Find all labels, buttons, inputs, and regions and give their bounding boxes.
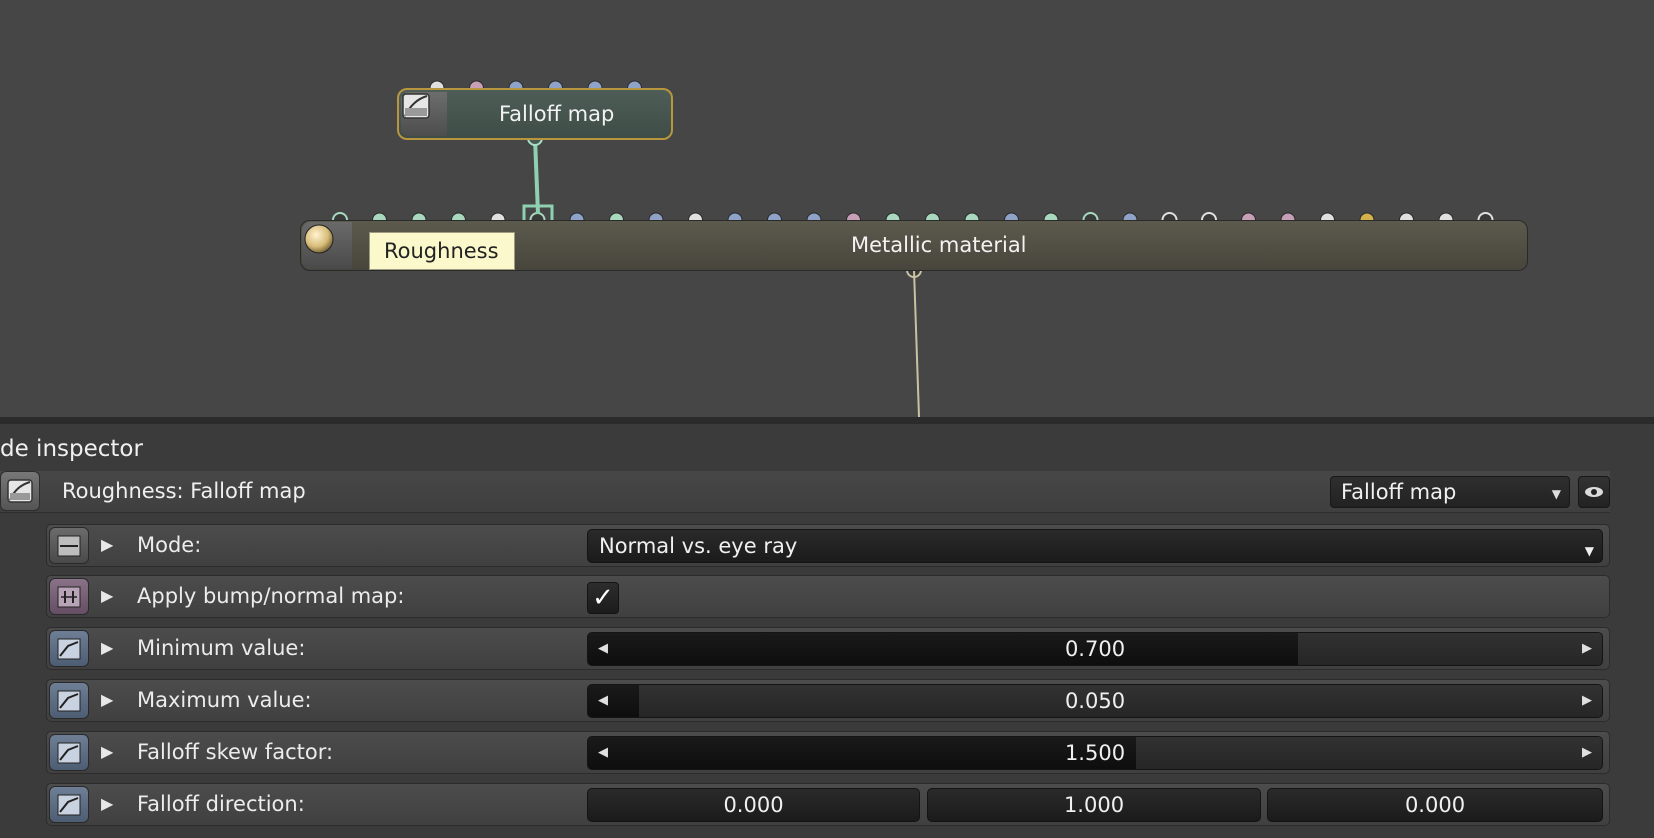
increment-arrow-icon[interactable]: ▶ bbox=[1582, 641, 1592, 656]
mode-value: Normal vs. eye ray bbox=[599, 534, 798, 558]
node-inspector-panel: de inspector Roughness: Falloff map Fall… bbox=[0, 417, 1654, 838]
chevron-down-icon: ▼ bbox=[1584, 544, 1594, 558]
property-row-mode: ▶ Mode: Normal vs. eye ray ▼ bbox=[46, 524, 1610, 567]
expand-arrow-icon[interactable]: ▶ bbox=[101, 690, 113, 709]
direction-y-field[interactable]: 1.000 bbox=[927, 788, 1261, 822]
node-type-select[interactable]: Falloff map ▼ bbox=[1330, 476, 1570, 508]
node-graph-canvas[interactable]: Falloff map Metallic material Roughness bbox=[0, 0, 1654, 417]
float-icon bbox=[49, 630, 89, 667]
inspector-node-label: Roughness: Falloff map bbox=[62, 479, 306, 503]
connection-wire[interactable] bbox=[533, 137, 540, 215]
slider-value: 0.050 bbox=[1064, 689, 1126, 713]
expand-arrow-icon[interactable]: ▶ bbox=[101, 586, 113, 605]
enum-icon bbox=[49, 527, 89, 564]
node-type-value: Falloff map bbox=[1341, 480, 1457, 504]
property-label: Apply bump/normal map: bbox=[137, 584, 405, 608]
chevron-down-icon: ▼ bbox=[1551, 487, 1561, 501]
property-label: Falloff direction: bbox=[137, 792, 305, 816]
bool-icon bbox=[49, 578, 89, 615]
property-row-maximum-value: ▶ Maximum value: ◀ 0.050 ▶ bbox=[46, 679, 1610, 722]
property-label: Falloff skew factor: bbox=[137, 740, 334, 764]
increment-arrow-icon[interactable]: ▶ bbox=[1582, 693, 1592, 708]
falloff-map-node[interactable]: Falloff map bbox=[397, 88, 673, 140]
output-wire[interactable] bbox=[913, 269, 920, 417]
expand-arrow-icon[interactable]: ▶ bbox=[101, 742, 113, 761]
apply-bump-checkbox[interactable]: ✓ bbox=[587, 582, 619, 614]
property-label: Maximum value: bbox=[137, 688, 312, 712]
material-sphere-icon bbox=[302, 222, 352, 269]
expand-arrow-icon[interactable]: ▶ bbox=[101, 638, 113, 657]
property-row-minimum-value: ▶ Minimum value: ◀ 0.700 ▶ bbox=[46, 627, 1610, 670]
property-label: Minimum value: bbox=[137, 636, 306, 660]
metallic-node-title: Metallic material bbox=[851, 233, 1027, 257]
falloff-skew-slider[interactable]: ◀ 1.500 ▶ bbox=[587, 736, 1603, 770]
maximum-value-slider[interactable]: ◀ 0.050 ▶ bbox=[587, 684, 1603, 718]
property-label: Mode: bbox=[137, 533, 202, 557]
expand-arrow-icon[interactable]: ▶ bbox=[101, 794, 113, 813]
property-row-falloff-skew: ▶ Falloff skew factor: ◀ 1.500 ▶ bbox=[46, 731, 1610, 774]
falloff-node-title: Falloff map bbox=[499, 102, 615, 126]
pin-tooltip: Roughness bbox=[369, 232, 515, 270]
float-icon bbox=[49, 682, 89, 719]
float-icon bbox=[49, 734, 89, 771]
minimum-value-slider[interactable]: ◀ 0.700 ▶ bbox=[587, 632, 1603, 666]
inspector-node-header: Roughness: Falloff map Falloff map ▼ bbox=[0, 471, 1610, 513]
property-row-falloff-direction: ▶ Falloff direction: 0.000 1.000 0.000 bbox=[46, 783, 1610, 826]
expand-arrow-icon[interactable]: ▶ bbox=[101, 535, 113, 554]
inspector-title: de inspector bbox=[0, 436, 143, 462]
direction-z-field[interactable]: 0.000 bbox=[1267, 788, 1603, 822]
increment-arrow-icon[interactable]: ▶ bbox=[1582, 745, 1592, 760]
mode-select[interactable]: Normal vs. eye ray ▼ bbox=[587, 529, 1603, 563]
falloff-map-icon[interactable] bbox=[0, 471, 40, 511]
property-row-apply-bump: ▶ Apply bump/normal map: ✓ bbox=[46, 575, 1610, 618]
slider-value: 0.700 bbox=[1064, 637, 1126, 661]
direction-x-field[interactable]: 0.000 bbox=[587, 788, 920, 822]
falloff-map-icon bbox=[401, 92, 447, 136]
float-icon bbox=[49, 786, 89, 823]
eye-icon[interactable] bbox=[1578, 476, 1610, 508]
slider-value: 1.500 bbox=[1064, 741, 1126, 765]
graph-connections-layer bbox=[332, 80, 1494, 417]
